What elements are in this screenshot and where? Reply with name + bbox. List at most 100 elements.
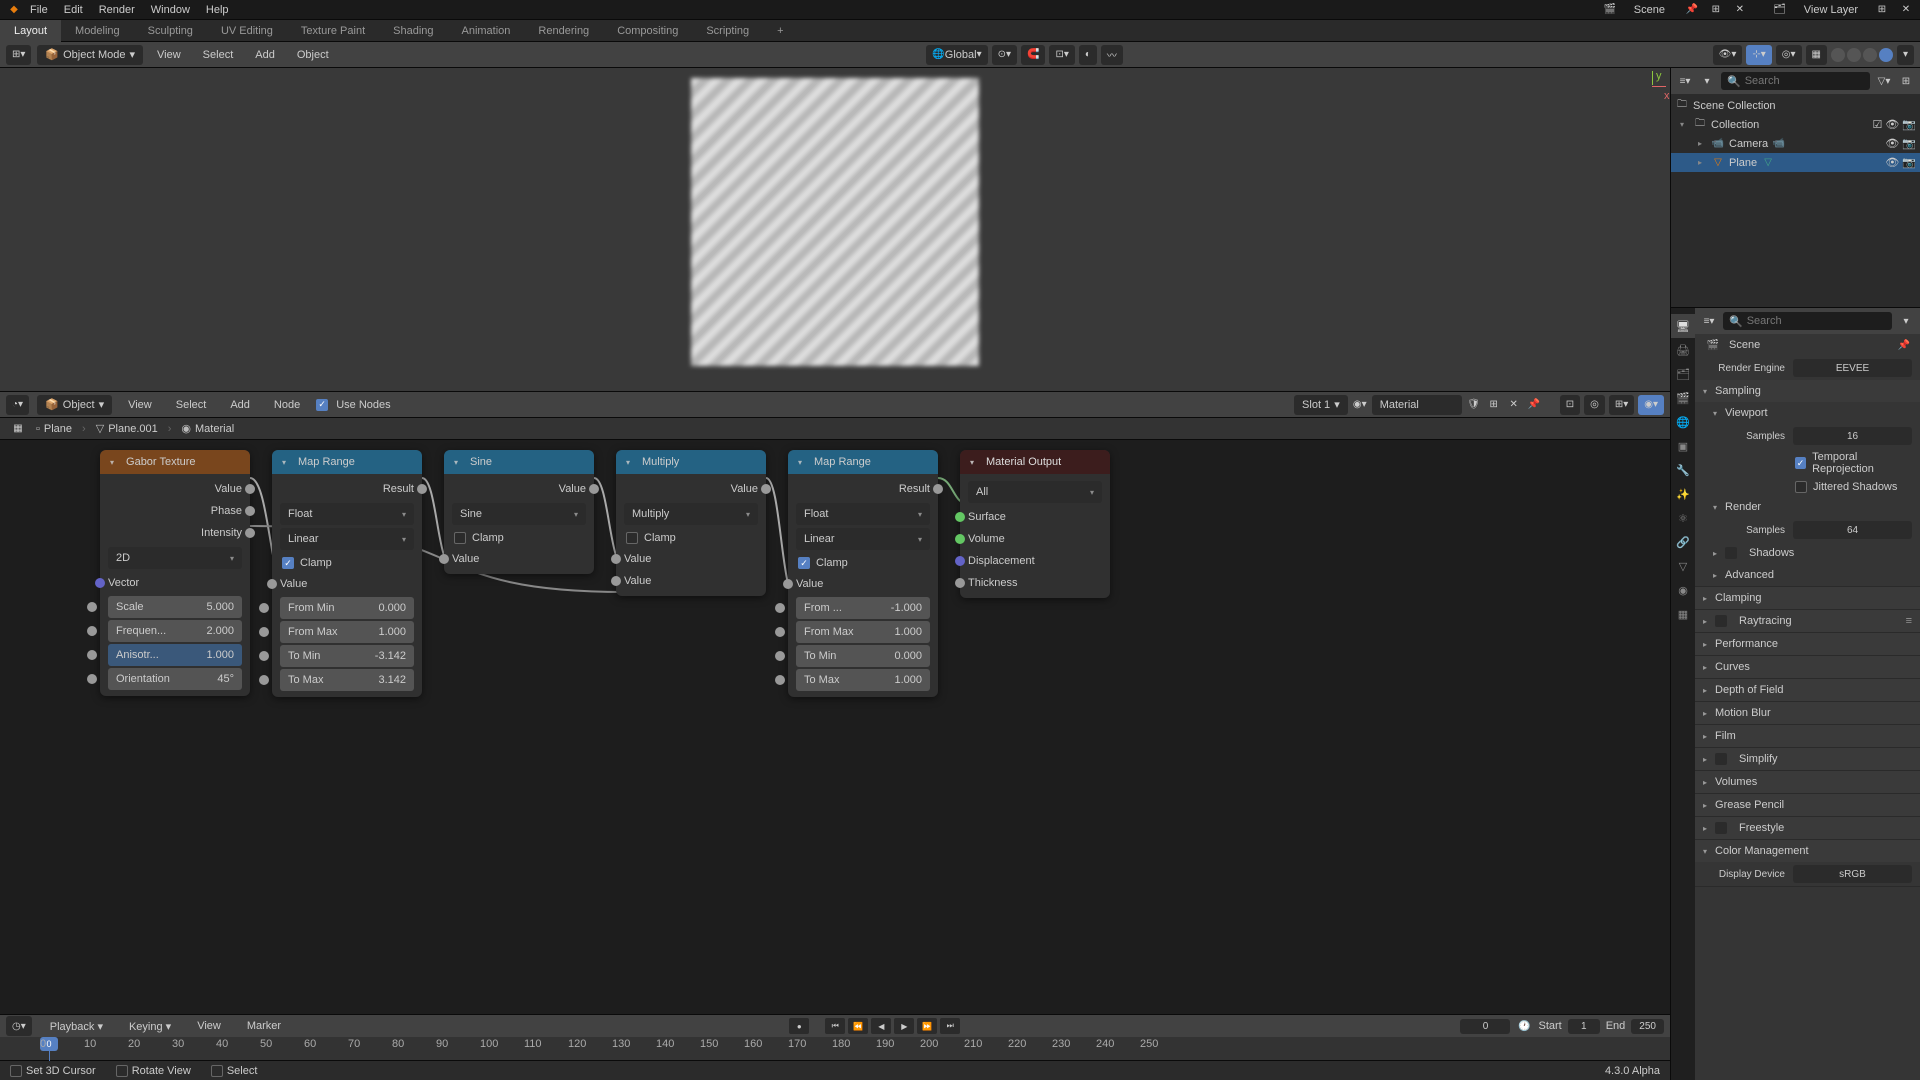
- node-select-menu[interactable]: Select: [168, 399, 215, 411]
- maprange1-dtype[interactable]: Float: [280, 503, 414, 525]
- maprange1-frommax[interactable]: From Max1.000: [280, 621, 414, 643]
- panel-performance[interactable]: Performance: [1695, 633, 1920, 655]
- menu-render[interactable]: Render: [91, 4, 143, 16]
- editor-type-button[interactable]: ⊞▾: [6, 45, 31, 65]
- gabor-phase-output[interactable]: Phase: [100, 500, 250, 522]
- gabor-vector-input[interactable]: Vector: [100, 572, 250, 594]
- props-search[interactable]: 🔍 Search: [1723, 312, 1892, 330]
- node-node-menu[interactable]: Node: [266, 399, 308, 411]
- rendered-shading[interactable]: [1879, 48, 1893, 62]
- gabor-orientation[interactable]: Orientation45°: [108, 668, 242, 690]
- node-options[interactable]: ⊞▾: [1609, 395, 1634, 415]
- node-material-output[interactable]: Material Output All Surface Volume Displ…: [960, 450, 1110, 598]
- tab-scripting[interactable]: Scripting: [692, 20, 763, 42]
- multiply-clamp[interactable]: Clamp: [616, 528, 766, 548]
- bc-mesh[interactable]: ▽ Plane.001: [96, 422, 158, 435]
- start-frame[interactable]: 1: [1568, 1019, 1600, 1034]
- maprange2-tomax[interactable]: To Max1.000: [796, 669, 930, 691]
- marker-menu[interactable]: Marker: [239, 1020, 289, 1032]
- node-gabor-texture[interactable]: Gabor Texture Value Phase Intensity 2D V…: [100, 450, 250, 696]
- snap-type-button[interactable]: ⊡▾: [1049, 45, 1074, 65]
- matprev-shading[interactable]: [1863, 48, 1877, 62]
- sine-value-input[interactable]: Value: [444, 548, 594, 570]
- proportional-button[interactable]: ◐: [1079, 45, 1097, 65]
- tree-scene-collection[interactable]: 🗀 Scene Collection: [1671, 96, 1920, 115]
- props-tab-render[interactable]: 🖥: [1671, 314, 1695, 338]
- outliner-new-collection-icon[interactable]: ⊞: [1898, 73, 1914, 89]
- camera-data-icon[interactable]: 📹: [1772, 137, 1786, 151]
- bc-material[interactable]: ◉ Material: [181, 422, 234, 435]
- node-view-menu[interactable]: View: [120, 399, 160, 411]
- tab-modeling[interactable]: Modeling: [61, 20, 134, 42]
- excl-icon[interactable]: ☑: [1872, 118, 1882, 131]
- gabor-intensity-output[interactable]: Intensity: [100, 522, 250, 544]
- tab-animation[interactable]: Animation: [448, 20, 525, 42]
- panel-raytracing[interactable]: Raytracing≡: [1695, 610, 1920, 632]
- maprange1-clamp[interactable]: Clamp: [272, 553, 422, 573]
- output-surface[interactable]: Surface: [960, 506, 1110, 528]
- material-icon[interactable]: ◉▾: [1352, 397, 1368, 413]
- multiply-value-b[interactable]: Value: [616, 570, 766, 592]
- node-editor-type[interactable]: ◔▾: [6, 395, 29, 415]
- shading-options[interactable]: ▾: [1897, 45, 1914, 65]
- maprange1-interp[interactable]: Linear: [280, 528, 414, 550]
- node-gabor-header[interactable]: Gabor Texture: [100, 450, 250, 474]
- display-device-select[interactable]: sRGB: [1793, 865, 1912, 883]
- tl-view-menu[interactable]: View: [189, 1020, 229, 1032]
- mode-select[interactable]: 📦 Object Mode ▾: [37, 45, 143, 65]
- multiply-value-a[interactable]: Value: [616, 548, 766, 570]
- panel-motion blur[interactable]: Motion Blur: [1695, 702, 1920, 724]
- props-tab-constraints[interactable]: 🔗: [1671, 530, 1695, 554]
- panel-freestyle[interactable]: Freestyle: [1695, 817, 1920, 839]
- overlay-button[interactable]: ◎▾: [1776, 45, 1802, 65]
- scene-new-icon[interactable]: ⊞: [1708, 2, 1724, 18]
- wireframe-shading[interactable]: [1831, 48, 1845, 62]
- output-target[interactable]: All: [968, 481, 1102, 503]
- tree-camera[interactable]: ▸ 📹 Camera 📹 👁📷: [1671, 134, 1920, 153]
- slot-select[interactable]: Slot 1 ▾: [1294, 395, 1348, 415]
- panel-film[interactable]: Film: [1695, 725, 1920, 747]
- jump-prev-key-button[interactable]: ⏪: [848, 1018, 868, 1034]
- render-icon[interactable]: 📷: [1902, 118, 1916, 131]
- add-workspace-button[interactable]: +: [763, 20, 797, 42]
- tab-compositing[interactable]: Compositing: [603, 20, 692, 42]
- props-tab-physics[interactable]: ⚛: [1671, 506, 1695, 530]
- sine-header[interactable]: Sine: [444, 450, 594, 474]
- output-volume[interactable]: Volume: [960, 528, 1110, 550]
- panel-simplify[interactable]: Simplify: [1695, 748, 1920, 770]
- menu-file[interactable]: File: [22, 4, 56, 16]
- props-type-icon[interactable]: ≡▾: [1701, 313, 1717, 329]
- maprange1-value-input[interactable]: Value: [272, 573, 422, 595]
- panel-grease pencil[interactable]: Grease Pencil: [1695, 794, 1920, 816]
- multiply-value-output[interactable]: Value: [616, 478, 766, 500]
- snap-button[interactable]: 🧲: [1021, 45, 1045, 65]
- maprange1-header[interactable]: Map Range: [272, 450, 422, 474]
- tree-collection[interactable]: ▾ 🗀 Collection ☑👁📷: [1671, 115, 1920, 134]
- props-options-icon[interactable]: ▾: [1898, 313, 1914, 329]
- node-snap[interactable]: ⊡: [1560, 395, 1580, 415]
- props-tab-object[interactable]: ▣: [1671, 434, 1695, 458]
- play-reverse-button[interactable]: ◀: [871, 1018, 891, 1034]
- props-tab-data[interactable]: ▽: [1671, 554, 1695, 578]
- timeline-ruler[interactable]: 0 01020304050607080901001101201301401501…: [0, 1037, 1670, 1060]
- menu-help[interactable]: Help: [198, 4, 237, 16]
- scene-name[interactable]: Scene: [1626, 2, 1676, 18]
- add-menu[interactable]: Add: [247, 49, 283, 61]
- panel-curves[interactable]: Curves: [1695, 656, 1920, 678]
- props-tab-particles[interactable]: ✨: [1671, 482, 1695, 506]
- tab-layout[interactable]: Layout: [0, 20, 61, 42]
- gabor-frequency[interactable]: Frequen...2.000: [108, 620, 242, 642]
- current-frame[interactable]: 0: [1460, 1019, 1510, 1034]
- bc-plane[interactable]: ▫ Plane: [36, 423, 72, 435]
- maprange1-tomax[interactable]: To Max3.142: [280, 669, 414, 691]
- node-add-menu[interactable]: Add: [222, 399, 258, 411]
- tree-plane[interactable]: ▸ ▽ Plane ▽ 👁📷: [1671, 153, 1920, 172]
- outliner-search[interactable]: 🔍 Search: [1721, 72, 1870, 90]
- sampling-panel[interactable]: Sampling: [1695, 380, 1920, 402]
- outliner-type-icon[interactable]: ≡▾: [1677, 73, 1693, 89]
- pivot-button[interactable]: ⊙▾: [992, 45, 1017, 65]
- render-subpanel[interactable]: Render: [1695, 496, 1920, 518]
- render-samples-value[interactable]: 64: [1793, 521, 1912, 539]
- vis-icon[interactable]: 👁: [1885, 118, 1899, 131]
- props-tab-viewlayer[interactable]: 🗂: [1671, 362, 1695, 386]
